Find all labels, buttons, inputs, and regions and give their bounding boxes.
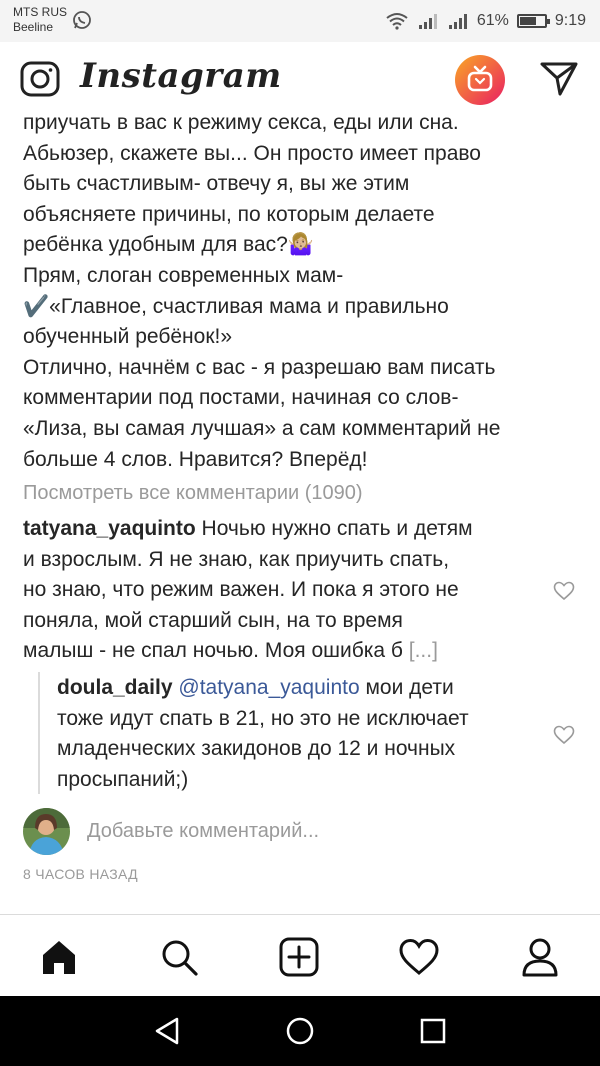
activity-heart-icon <box>399 938 439 975</box>
comment-text: мои дети <box>359 676 454 699</box>
system-back-button[interactable] <box>150 1014 184 1048</box>
comment-line: tatyana_yaquinto Ночью нужно спать и дет… <box>23 514 533 545</box>
like-heart-icon[interactable] <box>553 581 575 601</box>
instagram-logo: Instagram <box>80 56 282 96</box>
more-link[interactable]: [...] <box>409 639 438 662</box>
bottom-navigation <box>0 914 600 996</box>
carrier-primary: MTS RUS <box>13 5 67 19</box>
nav-profile[interactable] <box>518 935 562 979</box>
igtv-icon[interactable] <box>455 55 505 105</box>
comment-line: просыпаний;) <box>57 767 189 791</box>
home-circle-icon <box>286 1017 314 1045</box>
camera-icon[interactable] <box>20 60 60 98</box>
system-recents-button[interactable] <box>416 1014 450 1048</box>
nav-search[interactable] <box>157 935 201 979</box>
caption-line: приучать в вас к режиму секса, еды или с… <box>23 114 459 134</box>
recents-icon <box>420 1018 446 1044</box>
system-navigation-bar <box>0 996 600 1066</box>
like-heart-icon[interactable] <box>553 725 575 745</box>
comment-line: тоже идут спать в 21, но это не исключае… <box>57 706 469 730</box>
comment-username[interactable]: tatyana_yaquinto <box>23 517 196 540</box>
add-comment-input[interactable]: Добавьте комментарий... <box>87 820 319 843</box>
caption-line: ребёнка удобным для вас?🤷🏼‍♀️ <box>23 233 314 257</box>
nav-activity[interactable] <box>397 935 441 979</box>
comment-line: младенческих закидонов до 12 и ночных <box>57 737 456 760</box>
comment-text: Ночью нужно спать и детям <box>195 517 473 540</box>
reply-thread-line <box>38 672 40 794</box>
caption-line: обученный ребёнок!» <box>23 325 233 349</box>
caption-line: комментарии под постами, начиная со слов… <box>23 386 459 410</box>
battery-percent: 61% <box>476 12 509 29</box>
avatar <box>23 808 70 855</box>
add-comment-row[interactable]: Добавьте комментарий... <box>23 808 583 856</box>
comment-line: doula_daily @tatyana_yaquinto мои дети <box>57 673 527 704</box>
profile-icon <box>522 938 558 977</box>
caption-line: объясняете причины, по которым делаете <box>23 202 435 226</box>
comment-username[interactable]: doula_daily <box>57 676 173 699</box>
carrier-info: MTS RUS Beeline <box>13 5 67 35</box>
post-caption: приучать в вас к режиму секса, еды или с… <box>23 114 578 475</box>
caption-line: быть счастливым- отвечу я, вы же этим <box>23 172 410 196</box>
caption-line: «Лиза, вы самая лучшая» а сам комментари… <box>23 416 501 440</box>
nav-home[interactable] <box>37 935 81 979</box>
post-content: приучать в вас к режиму секса, еды или с… <box>0 114 600 914</box>
back-icon <box>155 1017 179 1045</box>
status-bar: MTS RUS Beeline 61% 9:19 <box>0 0 600 42</box>
new-post-icon <box>279 937 319 977</box>
caption-line: Отлично, начнём с вас - я разрешаю вам п… <box>23 355 496 379</box>
caption-line: ✔️«Главное, счастливая мама и правильно <box>23 294 449 318</box>
system-home-button[interactable] <box>283 1014 317 1048</box>
comment-line: и взрослым. Я не знаю, как приучить спат… <box>23 547 450 571</box>
comment-line: поняла, мой старший сын, на то время <box>23 608 403 632</box>
nav-new-post[interactable] <box>277 935 321 979</box>
caption-line: больше 4 слов. Нравится? Вперёд! <box>23 447 368 471</box>
post-timestamp: 8 ЧАСОВ НАЗАД <box>23 866 138 882</box>
mention-link[interactable]: @tatyana_yaquinto <box>178 676 359 699</box>
clock: 9:19 <box>554 12 586 29</box>
home-icon <box>43 941 75 974</box>
direct-message-icon[interactable] <box>539 60 579 98</box>
comment-line: малыш - не спал ночью. Моя ошибка б [...… <box>23 636 533 667</box>
comment-text: малыш - не спал ночью. Моя ошибка б <box>23 639 409 662</box>
view-all-comments-link[interactable]: Посмотреть все комментарии (1090) <box>23 482 363 505</box>
status-indicators: 61% 9:19 <box>385 10 586 32</box>
battery-icon <box>516 14 550 28</box>
app-header: Instagram <box>0 42 600 118</box>
comment-line: но знаю, что режим важен. И пока я этого… <box>23 578 459 601</box>
signal-icon <box>418 14 437 29</box>
wifi-icon <box>386 13 408 30</box>
comment: tatyana_yaquinto Ночью нужно спать и дет… <box>23 514 533 667</box>
signal-icon <box>448 14 467 29</box>
carrier-secondary: Beeline <box>13 20 54 34</box>
caption-line: Прям, слоган современных мам- <box>23 263 344 287</box>
search-icon <box>162 940 198 976</box>
reply-comment: doula_daily @tatyana_yaquinto мои дети т… <box>57 673 527 795</box>
caption-line: Абьюзер, скажете вы... Он просто имеет п… <box>23 141 481 165</box>
whatsapp-icon <box>73 11 91 29</box>
